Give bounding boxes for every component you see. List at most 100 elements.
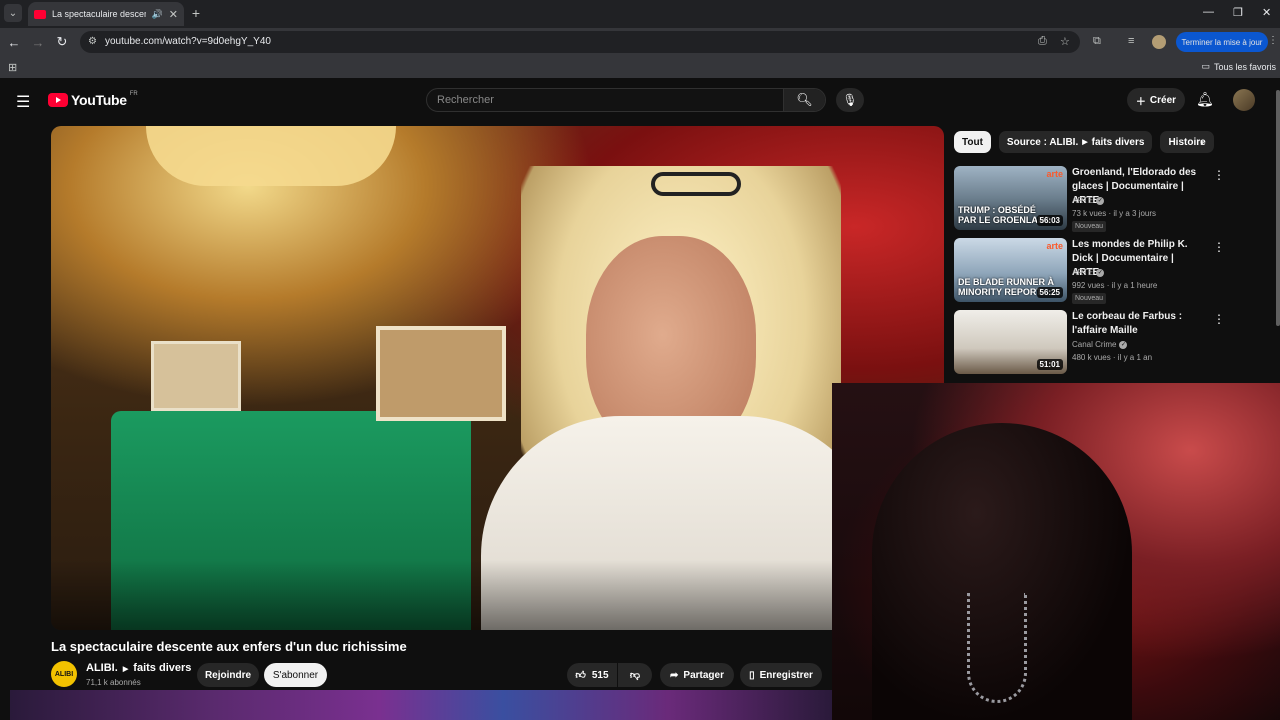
chip-history[interactable]: Histoire [1160,131,1214,153]
bookmark-icon: ▯ [749,669,755,681]
tab-search-icon[interactable]: ⌄ [4,4,22,22]
maximize-icon[interactable]: ❐ [1233,6,1243,19]
url-text[interactable]: youtube.com/watch?v=9d0ehgY_Y40 [105,36,271,47]
video-duration: 51:01 [1036,359,1063,370]
media-control-icon[interactable]: ≡ [1128,35,1134,47]
create-button[interactable]: ＋ Créer [1127,88,1185,112]
mic-icon: 🎙︎ [842,93,858,107]
video-glasses-shape [651,172,741,196]
new-badge: Nouveau [1072,221,1107,232]
site-info-icon[interactable]: ⚙ [88,36,100,48]
thumbs-down-icon: 👎︎ [629,670,641,681]
channel-playlist[interactable]: faits divers [133,662,191,674]
all-bookmarks-button[interactable]: ▭ Tous les favoris [1201,61,1276,72]
recommendation-meta: 992 vues · il y a 1 heure [1072,281,1158,290]
like-count: 515 [591,669,609,681]
install-icon[interactable]: ⎙ [1038,35,1047,48]
recommendation-channel[interactable]: ARTE ✓ [1072,268,1105,277]
channel-name-text[interactable]: ALIBI. [86,662,118,674]
close-tab-icon[interactable]: ✕ [169,8,178,21]
hamburger-icon[interactable]: ☰ [16,92,30,112]
verified-icon: ✓ [1096,196,1105,205]
search-input[interactable] [427,89,784,111]
sidebar-scrollbar[interactable] [1276,90,1280,326]
youtube-header: ☰ YouTube FR 🔍︎ 🎙︎ ＋ Créer 🔔︎ [0,80,1280,120]
search-button[interactable]: 🔍︎ [783,89,825,111]
video-thumbnail[interactable]: arte TRUMP : OBSÉDÉ PAR LE GROENLAND 56:… [954,166,1067,230]
forward-icon[interactable]: → [29,33,47,51]
youtube-logo[interactable]: YouTube FR [48,91,138,108]
country-code: FR [129,91,138,97]
chip-source-label: Source : ALIBI. [1006,136,1079,148]
more-options-icon[interactable]: ⋮ [1213,312,1225,326]
voice-search-button[interactable]: 🎙︎ [836,88,864,112]
recommendation-item[interactable]: arte TRUMP : OBSÉDÉ PAR LE GROENLAND 56:… [954,166,1225,232]
video-title: La spectaculaire descente aux enfers d'u… [51,639,407,654]
new-tab-icon[interactable]: + [188,5,204,21]
share-label: Partager [683,669,724,681]
create-label: Créer [1149,94,1177,106]
thumbnail-caption-line: TRUMP : OBSÉDÉ [958,205,1036,215]
search-icon: 🔍︎ [796,92,813,107]
browser-tab[interactable]: La spectaculaire descente a 🔊 ✕ [28,2,184,26]
share-button[interactable]: ➦ Partager [660,663,734,687]
more-menu-icon[interactable]: ⋮ [1268,35,1278,46]
thumbnail-caption-line: DE BLADE RUNNER À [958,277,1055,287]
video-frame-shape [376,326,506,421]
recommendation-title[interactable]: Le corbeau de Farbus : l'affaire Maille [1072,310,1202,338]
youtube-play-icon [48,93,68,107]
more-options-icon[interactable]: ⋮ [1213,168,1225,182]
video-thumbnail[interactable]: 51:01 [954,310,1067,374]
browser-profile-avatar[interactable] [1152,35,1166,49]
save-button[interactable]: ▯ Enregistrer [740,663,822,687]
subscribe-button[interactable]: S'abonner [264,663,327,687]
recommendation-channel[interactable]: Canal Crime ✓ [1072,340,1128,349]
chip-source-sub: faits divers [1091,136,1145,148]
reload-icon[interactable]: ↻ [53,33,71,51]
recommendation-meta: 73 k vues · il y a 3 jours [1072,209,1157,218]
webcam-overlay [832,383,1280,720]
below-video-image [10,690,832,720]
video-thumbnail[interactable]: arte DE BLADE RUNNER À MINORITY REPORT 5… [954,238,1067,302]
play-arrow-icon: ▶ [122,666,129,673]
bookmark-star-icon[interactable]: ☆ [1060,35,1070,48]
channel-name[interactable]: ALIBI. ▶ faits divers [86,662,191,674]
save-label: Enregistrer [759,669,813,681]
logo-text: YouTube [71,92,127,108]
video-player[interactable] [51,126,944,630]
like-button[interactable]: 👍︎ 515 [567,663,617,687]
minimize-icon[interactable]: — [1203,6,1214,18]
chip-all[interactable]: Tout [954,131,991,153]
back-icon[interactable]: ← [5,33,23,51]
subscriber-count: 71,1 k abonnés [86,678,141,687]
youtube-favicon-icon [34,9,46,19]
webcam-chain-shape [967,593,1027,703]
recommendation-item[interactable]: 51:01 Le corbeau de Farbus : l'affaire M… [954,310,1225,374]
close-window-icon[interactable]: ✕ [1262,6,1271,19]
all-bookmarks-label: Tous les favoris [1213,61,1276,72]
filter-chips: Tout Source : ALIBI. ▶ faits divers Hist… [954,131,1214,153]
chevron-right-icon[interactable]: › [1200,135,1204,149]
apps-grid-icon[interactable]: ⊞ [8,61,17,74]
channel-avatar[interactable]: ALIBI [51,661,77,687]
search-box: 🔍︎ [426,88,826,112]
join-button[interactable]: Rejoindre [197,663,259,687]
channel-label: ARTE [1072,268,1094,277]
extensions-icon[interactable]: ⧉ [1093,35,1101,48]
chip-source[interactable]: Source : ALIBI. ▶ faits divers [998,131,1153,153]
update-button[interactable]: Terminer la mise à jour [1176,32,1268,52]
browser-toolbar: ← → ↻ ⚙ youtube.com/watch?v=9d0ehgY_Y40 … [0,28,1280,56]
browser-tabstrip: ⌄ La spectaculaire descente a 🔊 ✕ + — ❐ … [0,0,1280,28]
recommendation-channel[interactable]: ARTE ✓ [1072,196,1105,205]
share-icon: ➦ [670,669,679,681]
verified-icon: ✓ [1096,268,1105,277]
thumbs-up-icon: 👍︎ [575,670,586,681]
user-avatar[interactable] [1233,89,1255,111]
bell-icon[interactable]: 🔔︎ [1196,91,1214,108]
address-bar[interactable]: ⚙ youtube.com/watch?v=9d0ehgY_Y40 ⎙ ☆ [80,31,1080,53]
dislike-button[interactable]: 👎︎ [618,663,652,687]
recommendation-item[interactable]: arte DE BLADE RUNNER À MINORITY REPORT 5… [954,238,1225,304]
play-arrow-icon: ▶ [1082,139,1088,146]
speaker-icon[interactable]: 🔊 [152,9,163,20]
more-options-icon[interactable]: ⋮ [1213,240,1225,254]
